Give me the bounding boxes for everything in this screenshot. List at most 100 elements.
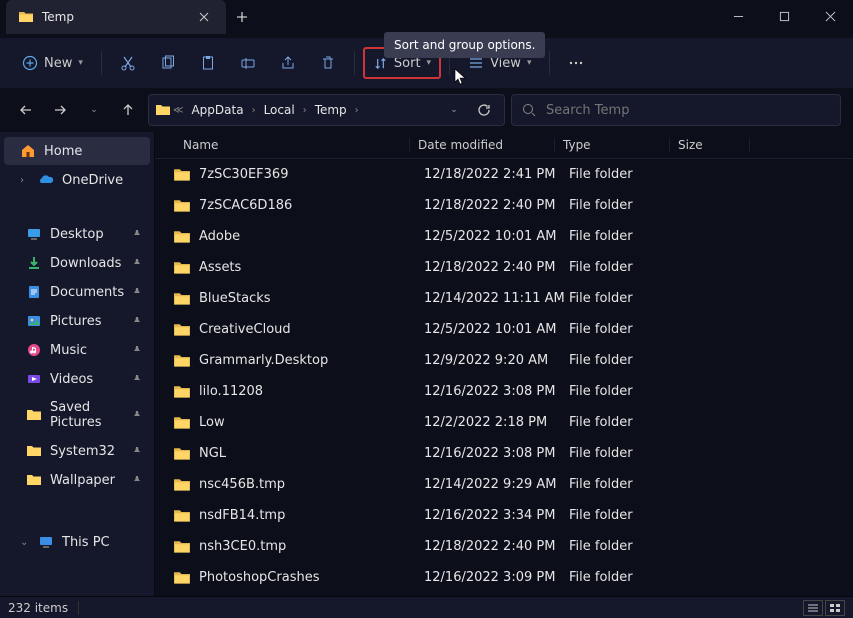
sidebar-item-pictures[interactable]: Pictures	[4, 307, 150, 335]
search-box[interactable]	[511, 94, 841, 126]
pin-icon	[132, 475, 142, 485]
body: Home › OneDrive DesktopDownloadsDocument…	[0, 132, 853, 596]
folder-icon	[173, 228, 191, 246]
cut-button[interactable]	[110, 46, 146, 80]
folder-icon	[173, 166, 191, 184]
close-icon[interactable]	[196, 9, 212, 25]
column-name[interactable]: Name	[155, 138, 410, 152]
recent-locations-button[interactable]: ⌄	[80, 96, 108, 124]
back-button[interactable]	[12, 96, 40, 124]
tab-temp[interactable]: Temp	[6, 0, 226, 34]
file-type: File folder	[569, 322, 684, 337]
sidebar-item-saved-pictures[interactable]: Saved Pictures	[4, 394, 150, 436]
breadcrumb-local[interactable]: Local	[258, 99, 301, 121]
file-name: 7zSCAC6D186	[199, 198, 424, 213]
table-row[interactable]: nsc456B.tmp12/14/2022 9:29 AMFile folder	[155, 469, 853, 500]
status-text: 232 items	[8, 601, 68, 615]
new-button[interactable]: New ▾	[12, 46, 93, 80]
file-type: File folder	[569, 384, 684, 399]
file-name: CreativeCloud	[199, 322, 424, 337]
table-row[interactable]: Grammarly.Desktop12/9/2022 9:20 AMFile f…	[155, 345, 853, 376]
forward-button[interactable]	[46, 96, 74, 124]
pin-icon	[132, 345, 142, 355]
file-date: 12/18/2022 2:40 PM	[424, 539, 569, 554]
sidebar: Home › OneDrive DesktopDownloadsDocument…	[0, 132, 155, 596]
refresh-button[interactable]	[470, 96, 498, 124]
rename-button[interactable]	[230, 46, 266, 80]
table-row[interactable]: CreativeCloud12/5/2022 10:01 AMFile fold…	[155, 314, 853, 345]
address-dropdown-button[interactable]: ⌄	[440, 96, 468, 124]
monitor-icon	[26, 226, 42, 242]
doc-icon	[26, 284, 42, 300]
file-date: 12/18/2022 2:40 PM	[424, 198, 569, 213]
folder-icon	[26, 443, 42, 459]
up-button[interactable]	[114, 96, 142, 124]
file-date: 12/16/2022 3:08 PM	[424, 384, 569, 399]
address-bar[interactable]: ≪ AppData › Local › Temp › ⌄	[148, 94, 505, 126]
table-row[interactable]: nsh3CE0.tmp12/18/2022 2:40 PMFile folder	[155, 531, 853, 562]
music-icon	[26, 342, 42, 358]
maximize-button[interactable]	[761, 0, 807, 32]
file-date: 12/18/2022 2:40 PM	[424, 260, 569, 275]
folder-icon	[155, 102, 171, 118]
icons-view-toggle[interactable]	[825, 600, 845, 616]
pin-icon	[132, 258, 142, 268]
pin-icon	[132, 446, 142, 456]
minimize-button[interactable]	[715, 0, 761, 32]
sidebar-thispc[interactable]: ⌄ This PC	[4, 528, 150, 556]
folder-icon	[173, 383, 191, 401]
table-row[interactable]: nsdFB14.tmp12/16/2022 3:34 PMFile folder	[155, 500, 853, 531]
table-row[interactable]: Adobe12/5/2022 10:01 AMFile folder	[155, 221, 853, 252]
toolbar: Sort and group options. New ▾ Sort ▾ Vie…	[0, 38, 853, 88]
sidebar-item-label: Music	[50, 343, 87, 358]
sidebar-onedrive[interactable]: › OneDrive	[4, 166, 150, 194]
breadcrumb-appdata[interactable]: AppData	[185, 99, 249, 121]
sidebar-item-music[interactable]: Music	[4, 336, 150, 364]
file-date: 12/5/2022 10:01 AM	[424, 322, 569, 337]
file-type: File folder	[569, 260, 684, 275]
folder-icon	[173, 197, 191, 215]
sidebar-item-wallpaper[interactable]: Wallpaper	[4, 466, 150, 494]
new-tab-button[interactable]	[226, 0, 258, 34]
chevron-right-icon: ›	[252, 105, 256, 116]
folder-icon	[18, 9, 34, 25]
search-icon	[522, 103, 536, 117]
delete-button[interactable]	[310, 46, 346, 80]
copy-button[interactable]	[150, 46, 186, 80]
table-row[interactable]: PhotoshopCrashes12/16/2022 3:09 PMFile f…	[155, 562, 853, 593]
table-row[interactable]: Low12/2/2022 2:18 PMFile folder	[155, 407, 853, 438]
paste-button[interactable]	[190, 46, 226, 80]
table-row[interactable]: NGL12/16/2022 3:08 PMFile folder	[155, 438, 853, 469]
folder-icon	[26, 407, 42, 423]
column-type[interactable]: Type	[555, 138, 670, 152]
search-input[interactable]	[546, 103, 830, 118]
sidebar-item-videos[interactable]: Videos	[4, 365, 150, 393]
column-headers: Name Date modified Type Size	[155, 132, 853, 159]
sidebar-item-label: Videos	[50, 372, 93, 387]
file-type: File folder	[569, 446, 684, 461]
new-label: New	[44, 56, 72, 71]
column-size[interactable]: Size	[670, 138, 750, 152]
sidebar-home[interactable]: Home	[4, 137, 150, 165]
table-row[interactable]: 7zSC30EF36912/18/2022 2:41 PMFile folder	[155, 159, 853, 190]
table-row[interactable]: lilo.1120812/16/2022 3:08 PMFile folder	[155, 376, 853, 407]
file-date: 12/16/2022 3:08 PM	[424, 446, 569, 461]
folder-icon	[173, 476, 191, 494]
file-type: File folder	[569, 291, 684, 306]
sidebar-item-documents[interactable]: Documents	[4, 278, 150, 306]
close-window-button[interactable]	[807, 0, 853, 32]
details-view-toggle[interactable]	[803, 600, 823, 616]
table-row[interactable]: 7zSCAC6D18612/18/2022 2:40 PMFile folder	[155, 190, 853, 221]
column-date[interactable]: Date modified	[410, 138, 555, 152]
sidebar-item-system32[interactable]: System32	[4, 437, 150, 465]
sort-tooltip: Sort and group options.	[384, 32, 545, 58]
table-row[interactable]: BlueStacks12/14/2022 11:11 AMFile folder	[155, 283, 853, 314]
more-button[interactable]	[558, 46, 594, 80]
chevron-left-icon: ≪	[173, 105, 183, 116]
file-type: File folder	[569, 353, 684, 368]
sidebar-item-downloads[interactable]: Downloads	[4, 249, 150, 277]
breadcrumb-temp[interactable]: Temp	[309, 99, 353, 121]
table-row[interactable]: Assets12/18/2022 2:40 PMFile folder	[155, 252, 853, 283]
sidebar-item-desktop[interactable]: Desktop	[4, 220, 150, 248]
share-button[interactable]	[270, 46, 306, 80]
